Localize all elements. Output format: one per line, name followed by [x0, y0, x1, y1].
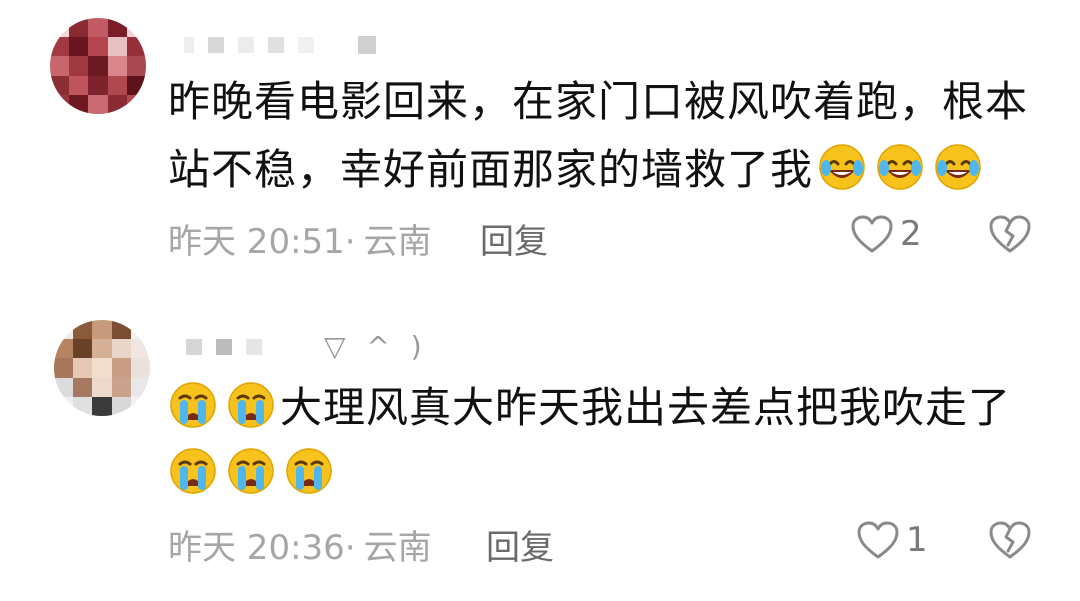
comment-text: 大理风真大昨天我出去差点把我吹走了 [168, 374, 1048, 508]
comment-location: 云南 [363, 528, 432, 568]
dislike-button[interactable] [988, 214, 1032, 258]
broken-heart-icon [989, 521, 1031, 559]
laughing-tears-emoji [877, 144, 923, 190]
comment-text-line-2-text: 站不稳，幸好前面那家的墙救了我 [168, 145, 814, 194]
comment-2: ▽ ^ ) 大理风真大昨天我出去差点把我吹走了 昨天 20:36· 云南 回复 … [0, 300, 1080, 601]
comment-text-line-1-text: 大理风真大昨天我出去差点把我吹走了 [280, 383, 1012, 432]
avatar[interactable] [54, 320, 150, 416]
username-block [184, 37, 194, 53]
username-suffix: ▽ ^ ) [324, 330, 428, 363]
laughing-tears-emoji [819, 144, 865, 190]
laughing-tears-emoji [935, 144, 981, 190]
broken-heart-icon [989, 215, 1031, 253]
like-count: 1 [906, 520, 928, 560]
comment-text-line-2 [164, 440, 1048, 508]
crying-emoji [228, 382, 274, 428]
comment-1: 昨晚看电影回来，在家门口被风吹着跑，根本 站不稳，幸好前面那家的墙救了我 昨天 … [0, 0, 1080, 300]
comment-text-line-2: 站不稳，幸好前面那家的墙救了我 [168, 136, 1048, 204]
reply-button[interactable]: 回复 [480, 214, 548, 263]
username-block [186, 338, 202, 355]
username-block [358, 36, 376, 54]
heart-icon [857, 521, 899, 559]
dislike-button[interactable] [988, 520, 1032, 564]
crying-emoji [170, 382, 216, 428]
comment-time: 昨天 20:36· [168, 528, 356, 568]
username[interactable]: ▽ ^ ) [186, 330, 428, 363]
comment-text-line-1: 大理风真大昨天我出去差点把我吹走了 [164, 374, 1048, 442]
reply-button[interactable]: 回复 [486, 520, 554, 569]
comment-location: 云南 [363, 222, 432, 262]
crying-emoji [286, 448, 332, 494]
username-block [238, 37, 254, 53]
comment-text: 昨晚看电影回来，在家门口被风吹着跑，根本 站不稳，幸好前面那家的墙救了我 [168, 68, 1048, 204]
comment-meta: 昨天 20:51· 云南 [168, 214, 432, 263]
username-block [208, 37, 224, 53]
avatar[interactable] [50, 18, 146, 114]
comment-meta: 昨天 20:36· 云南 [168, 520, 432, 569]
crying-emoji [170, 448, 216, 494]
crying-emoji [228, 448, 274, 494]
comment-text-line-1: 昨晚看电影回来，在家门口被风吹着跑，根本 [168, 77, 1029, 126]
username[interactable] [184, 36, 376, 54]
comment-time: 昨天 20:51· [168, 222, 356, 262]
like-button[interactable]: 1 [856, 520, 928, 560]
username-block [216, 338, 232, 355]
username-block [246, 338, 262, 355]
username-block [298, 37, 314, 53]
username-block [268, 37, 284, 53]
like-count: 2 [900, 214, 922, 254]
like-button[interactable]: 2 [850, 214, 922, 254]
heart-icon [851, 215, 893, 253]
